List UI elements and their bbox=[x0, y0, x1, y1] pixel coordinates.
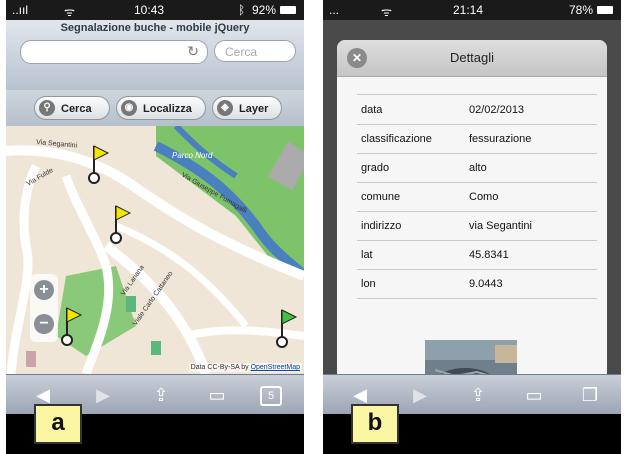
attribution-link[interactable]: OpenStreetMap bbox=[251, 364, 300, 371]
status-bar: ... ᯤ 21:14 78% bbox=[323, 0, 621, 20]
layer-button[interactable]: ◈ Layer bbox=[212, 96, 282, 120]
detail-key: classificazione bbox=[361, 133, 432, 145]
battery-icon bbox=[597, 6, 613, 14]
search-input[interactable]: Cerca bbox=[214, 40, 296, 62]
app-header: Segnalazione buche - mobile jQuery ↻ Cer… bbox=[6, 20, 304, 91]
status-bar: ..ııl ᯤ 10:43 ᛒ 92% bbox=[6, 0, 304, 20]
building bbox=[26, 351, 36, 367]
status-time: 21:14 bbox=[453, 3, 484, 17]
dialog-title: Dettagli bbox=[449, 50, 495, 65]
road bbox=[6, 163, 41, 374]
layers-icon: ◈ bbox=[217, 100, 233, 116]
detail-value: 02/02/2013 bbox=[469, 104, 525, 116]
forward-icon[interactable]: ▶ bbox=[90, 385, 116, 405]
detail-row: grado alto bbox=[357, 154, 597, 183]
bookmarks-icon[interactable]: ▭ bbox=[204, 385, 230, 405]
battery-level: 92% bbox=[252, 3, 277, 17]
detail-value: alto bbox=[469, 162, 487, 174]
divider bbox=[357, 94, 597, 95]
share-icon[interactable]: ⇪ bbox=[148, 385, 174, 405]
battery-level: 78% bbox=[569, 3, 594, 17]
page-title: Segnalazione buche - mobile jQuery bbox=[60, 22, 250, 34]
battery-icon bbox=[280, 6, 296, 14]
detail-row: classificazione fessurazione bbox=[357, 125, 597, 154]
detail-value: via Segantini bbox=[469, 220, 532, 232]
bookmarks-icon[interactable]: ▭ bbox=[521, 385, 547, 405]
back-icon[interactable]: ◀ bbox=[347, 385, 373, 405]
search-button-label: Cerca bbox=[61, 103, 92, 115]
detail-value: 45.8341 bbox=[469, 249, 509, 261]
layer-button-label: Layer bbox=[239, 103, 269, 115]
zoom-out-button[interactable]: − bbox=[34, 314, 54, 334]
detail-key: comune bbox=[361, 191, 401, 203]
dialog-overlay: ✕ Dettagli data 02/02/2013 classificazio… bbox=[323, 20, 621, 414]
detail-row: data 02/02/2013 bbox=[357, 96, 597, 125]
zoom-control: + − bbox=[30, 274, 58, 342]
button-bar: ⚲ Cerca ◉ Localizza ◈ Layer bbox=[6, 90, 304, 127]
share-icon[interactable]: ⇪ bbox=[465, 385, 491, 405]
detail-row: lat 45.8341 bbox=[357, 241, 597, 270]
wifi-icon: ᯤ bbox=[381, 5, 392, 19]
reload-icon[interactable]: ↻ bbox=[187, 43, 199, 60]
building bbox=[126, 296, 136, 312]
tabs-icon[interactable]: 5 bbox=[260, 386, 282, 406]
detail-value: fessurazione bbox=[469, 133, 532, 145]
zoom-in-button[interactable]: + bbox=[34, 280, 54, 300]
bluetooth-icon: ᛒ bbox=[238, 3, 246, 17]
figure-label: b bbox=[351, 404, 399, 444]
detail-row: indirizzo via Segantini bbox=[357, 212, 597, 241]
detail-value: 9.0443 bbox=[469, 278, 503, 290]
dialog-header: ✕ Dettagli bbox=[337, 40, 607, 77]
search-icon: ⚲ bbox=[39, 100, 55, 116]
figure-label: a bbox=[34, 404, 82, 444]
phone-b-screenshot: ... ᯤ 21:14 78% ✕ Dettagli data 02/02/20… bbox=[323, 0, 621, 454]
attribution-text: Data CC-By-SA by bbox=[190, 364, 249, 371]
tabs-icon[interactable]: ❐ bbox=[577, 385, 603, 405]
locate-icon: ◉ bbox=[121, 100, 137, 116]
locate-button[interactable]: ◉ Localizza bbox=[116, 96, 206, 120]
wifi-icon: ᯤ bbox=[64, 5, 75, 19]
locate-button-label: Localizza bbox=[143, 103, 192, 115]
detail-key: lat bbox=[361, 249, 373, 261]
map-attribution: Data CC-By-SA by OpenStreetMap bbox=[188, 363, 302, 372]
park-label: Parco Nord bbox=[172, 151, 213, 160]
forward-icon[interactable]: ▶ bbox=[407, 385, 433, 405]
building bbox=[151, 341, 161, 355]
detail-key: grado bbox=[361, 162, 390, 174]
detail-key: lon bbox=[361, 278, 376, 290]
back-icon[interactable]: ◀ bbox=[30, 385, 56, 405]
signal-icon: ... bbox=[329, 3, 340, 17]
detail-key: indirizzo bbox=[361, 220, 402, 232]
detail-key: data bbox=[361, 104, 383, 116]
address-input[interactable]: ↻ bbox=[20, 40, 208, 64]
map-view[interactable]: Via Segantini Via Fulde Via Giuseppe Fum… bbox=[6, 126, 304, 374]
details-dialog: ✕ Dettagli data 02/02/2013 classificazio… bbox=[337, 40, 607, 414]
detail-row: lon 9.0443 bbox=[357, 270, 597, 299]
phone-a-screenshot: ..ııl ᯤ 10:43 ᛒ 92% Segnalazione buche -… bbox=[6, 0, 304, 454]
signal-icon: ..ııl bbox=[12, 3, 29, 17]
detail-value: Como bbox=[469, 191, 499, 203]
detail-row: comune Como bbox=[357, 183, 597, 212]
search-button[interactable]: ⚲ Cerca bbox=[34, 96, 110, 120]
status-time: 10:43 bbox=[134, 3, 165, 17]
